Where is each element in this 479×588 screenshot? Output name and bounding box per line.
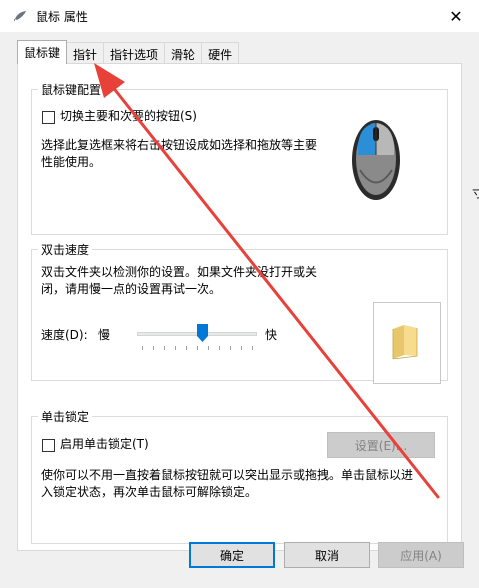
slider-ticks — [137, 346, 257, 350]
tab-pointers[interactable]: 指针 — [66, 42, 105, 64]
button-config-description-1: 选择此复选框来将右击按钮设成如选择和拖放等主要 — [41, 138, 318, 152]
slider-tick — [186, 346, 187, 350]
click-lock-checkbox[interactable] — [42, 439, 55, 452]
slider-tick — [230, 346, 231, 350]
slider-tick — [197, 346, 198, 350]
background-window-text: 寸 — [472, 186, 479, 200]
double-click-group: 双击速度 双击文件夹以检测你的设置。如果文件夹没打开或关 闭，请用慢一点的设置再… — [31, 241, 448, 384]
slow-label: 慢 — [98, 328, 111, 342]
slider-tick — [219, 346, 220, 350]
slider-tick — [153, 346, 154, 350]
click-lock-group: 单击锁定 启用单击锁定(T) 设置(E)... 使你可以不用一直按着鼠标按钮就可… — [31, 408, 448, 544]
double-click-description-1: 双击文件夹以检测你的设置。如果文件夹没打开或关 — [41, 265, 318, 279]
dialog-body: 鼠标键 指针 指针选项 滑轮 硬件 鼠标键配置 切换主要和次要的按钮(S) 选择… — [0, 32, 472, 588]
button-config-description-2: 性能使用。 — [41, 155, 102, 169]
click-lock-description-1: 使你可以不用一直按着鼠标按钮就可以突出显示或拖拽。单击鼠标以进 — [41, 468, 414, 482]
cancel-button[interactable]: 取消 — [284, 542, 370, 568]
tab-bar: 鼠标键 指针 指针选项 滑轮 硬件 — [17, 40, 240, 64]
tab-buttons[interactable]: 鼠标键 — [17, 40, 68, 64]
window-title: 鼠标 属性 — [36, 10, 88, 24]
double-click-description-2: 闭，请用慢一点的设置再试一次。 — [41, 282, 222, 296]
speed-label: 速度(D): — [41, 328, 88, 342]
click-lock-settings-button[interactable]: 设置(E)... — [327, 432, 435, 458]
fast-label: 快 — [265, 328, 278, 342]
close-button[interactable]: ✕ — [433, 0, 479, 32]
tab-pointer-options[interactable]: 指针选项 — [103, 42, 166, 64]
slider-tick — [175, 346, 176, 350]
ok-button[interactable]: 确定 — [189, 542, 275, 568]
tab-wheel[interactable]: 滑轮 — [164, 42, 203, 64]
switch-buttons-checkbox[interactable] — [42, 111, 55, 124]
folder-icon[interactable] — [390, 325, 420, 359]
apply-button[interactable]: 应用(A) — [378, 542, 464, 568]
button-config-title: 鼠标键配置 — [38, 81, 105, 98]
switch-buttons-label[interactable]: 切换主要和次要的按钮(S) — [60, 108, 197, 125]
button-config-group: 鼠标键配置 切换主要和次要的按钮(S) 选择此复选框来将右击按钮设成如选择和拖放… — [31, 81, 448, 235]
tab-panel-buttons: 鼠标键配置 切换主要和次要的按钮(S) 选择此复选框来将右击按钮设成如选择和拖放… — [17, 63, 462, 551]
slider-thumb[interactable] — [197, 324, 208, 342]
slider-tick — [142, 346, 143, 350]
slider-tick — [164, 346, 165, 350]
speed-slider[interactable] — [137, 324, 257, 354]
click-lock-label[interactable]: 启用单击锁定(T) — [60, 436, 149, 453]
click-lock-title: 单击锁定 — [38, 408, 93, 425]
mouse-app-icon — [14, 11, 26, 22]
test-folder-area[interactable] — [373, 302, 441, 384]
tab-hardware[interactable]: 硬件 — [201, 42, 240, 64]
click-lock-description-2: 入锁定状态，再次单击鼠标可解除锁定。 — [41, 485, 258, 499]
background-window-edge — [472, 32, 479, 588]
title-bar: 鼠标 属性 ✕ — [0, 0, 479, 32]
close-icon: ✕ — [449, 6, 463, 26]
mouse-illustration-icon — [352, 120, 400, 200]
slider-tick — [208, 346, 209, 350]
slider-tick — [241, 346, 242, 350]
slider-tick — [252, 346, 253, 350]
double-click-title: 双击速度 — [38, 241, 93, 258]
